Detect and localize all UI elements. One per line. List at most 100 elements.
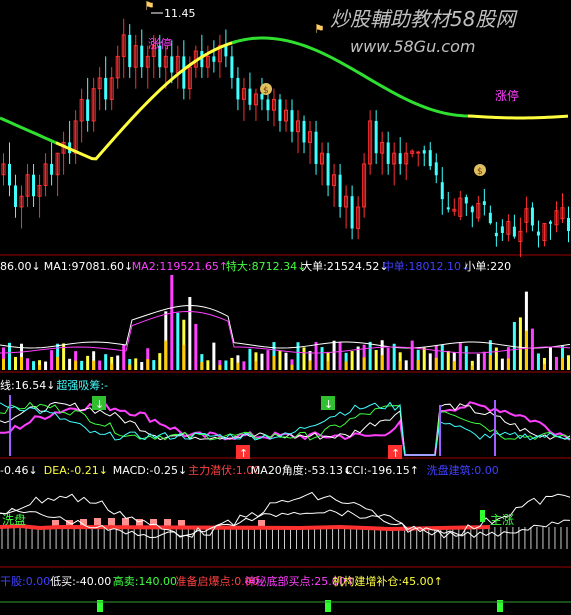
candle-body: [536, 231, 540, 236]
zhangting-label: 涨停: [148, 36, 172, 51]
candle-body: [446, 207, 450, 210]
candle-body: [428, 150, 432, 167]
macd-indicator-label: DEA:-0.21↓: [44, 464, 108, 477]
volume-bar-inner: [362, 357, 366, 370]
volume-bar: [194, 323, 198, 370]
volume-bar-inner: [398, 361, 402, 370]
candle-body: [500, 226, 504, 233]
volume-bar: [320, 347, 324, 370]
volume-bar-inner: [20, 356, 24, 370]
volume-bar-inner: [92, 360, 96, 370]
volume-bar: [44, 361, 48, 370]
volume-bar-inner: [488, 355, 492, 370]
macd-indicator-label: CCI:-196.15↑: [345, 464, 419, 477]
volume-bar: [230, 357, 234, 370]
candle-body: [104, 77, 108, 100]
candle-body: [8, 163, 12, 186]
volume-bar: [296, 342, 300, 370]
volume-bar: [368, 341, 372, 370]
volume-bar: [332, 340, 336, 370]
volume-bar: [278, 350, 282, 370]
volume-bar-inner: [344, 361, 348, 370]
volume-bar: [464, 346, 468, 370]
volume-bar: [116, 355, 120, 370]
candle-body: [278, 99, 282, 121]
volume-bar-inner: [416, 359, 420, 370]
volume-panel: [0, 275, 571, 370]
volume-indicator-label: 大单:21524.52↓: [301, 259, 388, 273]
candle-body: [494, 232, 498, 237]
macd-indicator-label: MACD:-0.25↓: [113, 464, 187, 477]
candle-body: [140, 45, 144, 68]
watermark-url: www.58Gu.com: [350, 37, 475, 56]
volume-bar-inner: [56, 356, 60, 370]
volume-indicator-label: 中单:18012.10↓: [383, 260, 470, 273]
volume-bar-inner: [506, 358, 510, 370]
volume-bar: [548, 347, 552, 370]
volume-ma1-line: [0, 305, 571, 349]
zhuzhang-label: 主涨: [490, 512, 514, 527]
candle-body: [566, 217, 570, 231]
volume-bar: [266, 350, 270, 370]
volume-bar: [98, 360, 102, 370]
volume-bar-inner: [308, 360, 312, 370]
volume-bar-inner: [128, 364, 132, 370]
candle-body: [434, 162, 438, 176]
green-marker: [480, 510, 485, 522]
volume-bar-inner: [524, 330, 528, 370]
candle-body: [290, 110, 294, 132]
high-price-label: 11.45: [164, 7, 196, 20]
down-arrow-icon: ↓: [324, 398, 333, 411]
mid-indicator-label: 超强吸筹:-: [56, 378, 108, 392]
volume-bar-inner: [74, 360, 78, 370]
candle-body: [212, 56, 216, 62]
macd-indicator-label: 主力潜伏:1.00: [188, 463, 260, 477]
volume-bar: [518, 317, 522, 370]
volume-bar: [536, 353, 540, 370]
volume-indicator-label: MA1:97081.60↓: [44, 260, 133, 273]
flag-icon: ⚑: [144, 0, 155, 13]
flag-icon: ⚑: [314, 22, 325, 36]
macd-pink-box: [122, 518, 129, 526]
volume-bar: [476, 353, 480, 370]
volume-bar: [134, 358, 138, 370]
price-panel: 11.45⚑⚑涨停涨停$$炒股輔助教材58股网www.58Gu.com: [0, 0, 570, 258]
bottom-indicator-label: 低买:-40.00: [50, 575, 111, 588]
volume-bar-inner: [2, 358, 5, 370]
volume-indicator-label: MA2:119521.65↑: [132, 260, 228, 273]
volume-bar: [14, 356, 18, 370]
bottom-indicator-label: 机构建增补仓:45.00↑: [332, 574, 442, 588]
volume-bar: [458, 342, 462, 370]
candle-body: [464, 197, 468, 204]
volume-bar: [566, 355, 570, 370]
volume-bar: [530, 328, 534, 370]
macd-indicator-label: 洗盘建筑:0.00: [427, 463, 499, 477]
mid-indicator-label: 线:16.54↓: [0, 378, 55, 392]
volume-bar: [440, 344, 444, 370]
volume-indicator-label: 特大:8712.34↓: [226, 259, 306, 273]
candle-body: [482, 201, 486, 205]
candle-body: [50, 163, 54, 175]
candle-body: [128, 34, 132, 68]
candle-body: [512, 226, 516, 237]
volume-bar-inner: [290, 364, 294, 370]
macd-panel: 洗盘 主涨: [0, 491, 571, 549]
volume-bar-inner: [146, 359, 150, 370]
volume-ma2-line: [0, 310, 571, 354]
candle-body: [422, 150, 426, 154]
volume-bar: [338, 342, 342, 370]
volume-bar-inner: [182, 344, 186, 370]
volume-bar: [404, 360, 408, 370]
volume-bar: [314, 342, 318, 370]
candle-body: [374, 120, 378, 154]
candle-body: [488, 212, 492, 224]
candle-body: [398, 153, 402, 164]
volume-bar-inner: [326, 360, 330, 370]
candle-body: [248, 88, 252, 105]
volume-bar-inner: [218, 365, 222, 370]
volume-bar: [152, 360, 156, 370]
money-bag-symbol: $: [477, 167, 483, 177]
volume-bar: [512, 321, 516, 370]
down-arrow-icon: ↓: [95, 398, 104, 411]
volume-bar: [386, 348, 390, 370]
